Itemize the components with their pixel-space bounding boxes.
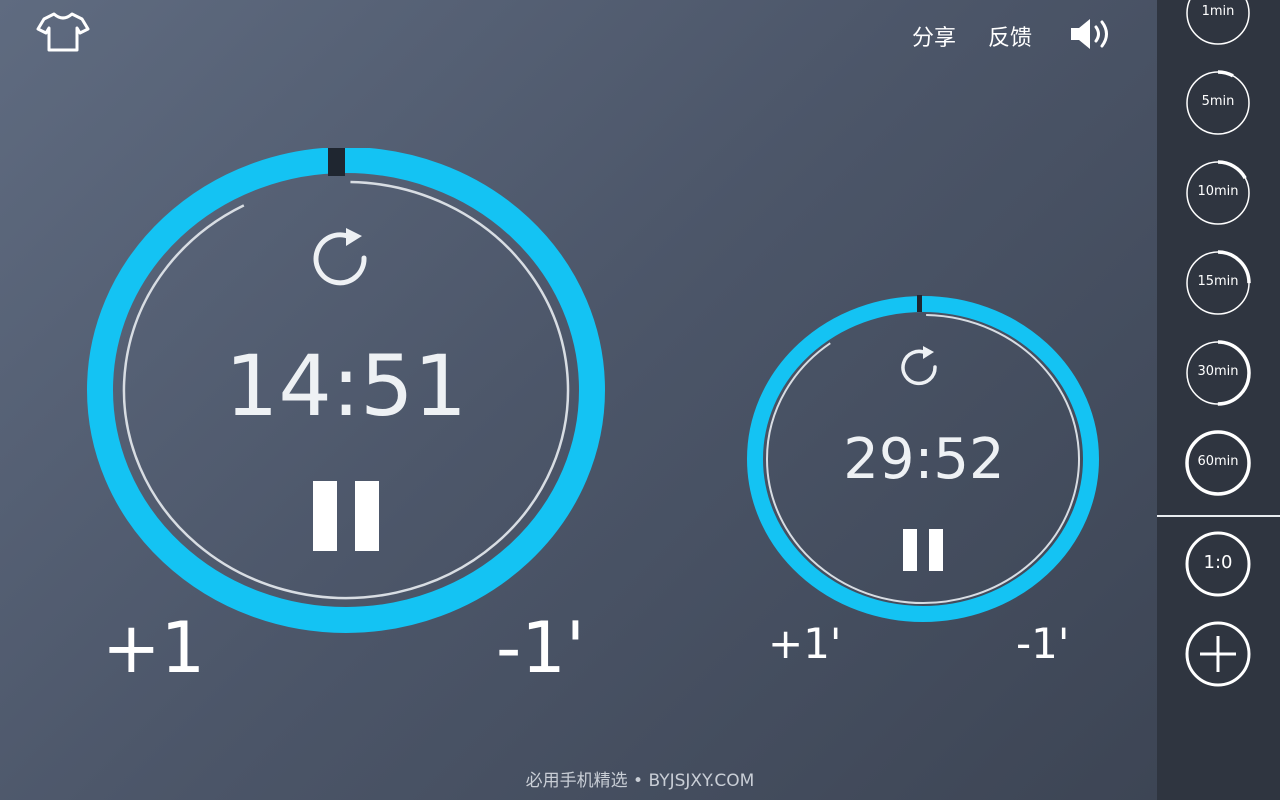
watermark: 必用手机精选 • BYJSJXY.COM	[525, 771, 755, 791]
pause-icon[interactable]	[903, 529, 943, 571]
timer-small-time: 29:52	[843, 427, 1005, 492]
timer-large-plus-button[interactable]: +1	[102, 608, 205, 688]
timer-large: 14:51	[86, 148, 608, 634]
pause-icon[interactable]	[313, 481, 379, 551]
timer-small-minus-button[interactable]: -1'	[1016, 616, 1069, 672]
preset-10min[interactable]: 10min	[1185, 160, 1251, 226]
timer-small-plus-button[interactable]: +1'	[768, 616, 841, 672]
preset-5min[interactable]: 5min	[1185, 70, 1251, 136]
preset-label: 60min	[1197, 454, 1239, 469]
share-button[interactable]: 分享	[912, 20, 956, 52]
preset-label: 15min	[1197, 274, 1239, 289]
refresh-icon[interactable]	[313, 228, 367, 286]
preset-1min[interactable]: 1min	[1185, 0, 1251, 46]
preset-label: 10min	[1197, 184, 1239, 199]
preset-15min[interactable]: 15min	[1185, 250, 1251, 316]
preset-60min[interactable]: 60min	[1185, 430, 1251, 496]
feedback-button[interactable]: 反馈	[988, 20, 1032, 52]
ratio-button[interactable]: 1:0	[1184, 530, 1252, 598]
ratio-label: 1:0	[1203, 552, 1233, 573]
refresh-icon[interactable]	[901, 346, 937, 386]
timer-small: 29:52	[745, 295, 1103, 627]
plus-icon	[1185, 621, 1251, 687]
timer-large-time: 14:51	[224, 337, 468, 435]
timer-large-minus-button[interactable]: -1'	[496, 608, 585, 688]
tshirt-icon[interactable]	[36, 10, 90, 54]
preset-label: 5min	[1201, 94, 1235, 109]
speaker-icon[interactable]	[1068, 14, 1120, 54]
preset-30min[interactable]: 30min	[1185, 340, 1251, 406]
add-timer-button[interactable]	[1184, 620, 1252, 688]
preset-sidebar: 1min 5min 10min 15min 30min 60min 1:0	[1157, 0, 1280, 800]
sidebar-divider	[1157, 515, 1280, 517]
preset-label: 30min	[1197, 364, 1239, 379]
preset-label: 1min	[1201, 4, 1235, 19]
